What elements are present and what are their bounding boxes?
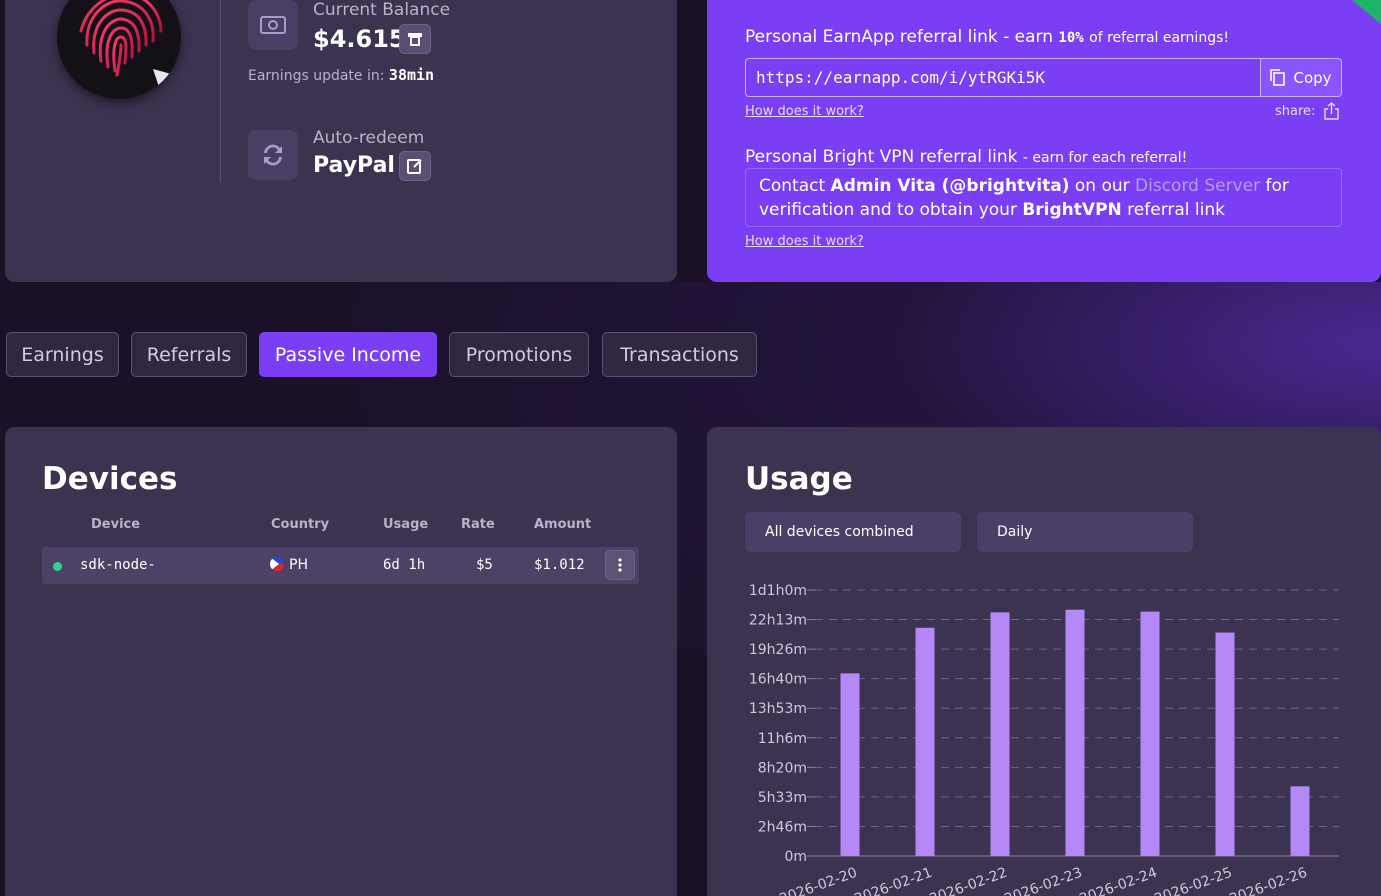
usage-title: Usage: [745, 461, 853, 497]
device-rate: $5: [476, 557, 493, 573]
y-tick-label: 0m: [784, 849, 807, 865]
column-device[interactable]: Device: [91, 517, 140, 532]
column-usage[interactable]: Usage: [383, 517, 428, 532]
x-tick-label: 2026-02-25: [1152, 865, 1234, 896]
y-tick-label: 16h40m: [749, 672, 807, 688]
copy-button[interactable]: Copy: [1260, 58, 1342, 97]
devices-title: Devices: [42, 461, 178, 497]
y-tick-label: 1d1h0m: [749, 583, 807, 599]
cash-icon: [248, 0, 298, 50]
column-country[interactable]: Country: [271, 517, 329, 532]
auto-redeem-method: PayPal: [313, 153, 395, 178]
y-tick-label: 19h26m: [749, 642, 807, 658]
share-label: share:: [1275, 104, 1316, 119]
contact-admin: Admin Vita (@brightvita): [830, 176, 1070, 196]
y-tick-label: 5h33m: [758, 790, 807, 806]
usage-bar-chart: 0m 2h46m 5h33m 8h20m 11h6m 13h53m 16h40m 19h26m…: [749, 583, 1339, 896]
earnings-update-label: Earnings update in:: [248, 68, 385, 84]
vpn-title-text: Personal Bright VPN referral link: [745, 147, 1018, 167]
device-amount: $1.012: [534, 557, 585, 573]
copy-label: Copy: [1293, 68, 1332, 87]
x-tick-label: 2026-02-20: [777, 865, 859, 896]
y-tick-label: 22h13m: [749, 613, 807, 629]
contact-text-4: verification and to obtain your: [759, 200, 1017, 220]
vertical-divider: [220, 0, 221, 182]
referral-card: Personal EarnApp referral link - earn 10…: [707, 0, 1381, 282]
x-tick-label: 2026-02-26: [1227, 865, 1309, 896]
device-usage: 6d 1h: [383, 557, 426, 573]
y-tick-label: 13h53m: [749, 701, 807, 717]
device-country-code: PH: [289, 557, 308, 573]
usage-card: Usage All devices combined Daily 0m 2h46m…: [707, 427, 1381, 896]
atm-icon: [408, 33, 422, 46]
column-amount[interactable]: Amount: [534, 517, 591, 532]
usage-bar[interactable]: [915, 627, 935, 856]
tab-promotions[interactable]: Promotions: [449, 332, 589, 377]
fingerprint-avatar: [57, 0, 181, 99]
earnings-update: Earnings update in: 38min: [248, 66, 434, 84]
edit-redeem-button[interactable]: [399, 151, 431, 181]
copy-icon: [1270, 69, 1286, 86]
y-tick-label: 8h20m: [758, 760, 807, 776]
table-row[interactable]: sdk-node- PH 6d 1h $5 $1.012: [42, 547, 639, 584]
device-filter-select[interactable]: All devices combined: [745, 512, 961, 552]
period-select[interactable]: Daily: [977, 512, 1193, 552]
balance-label: Current Balance: [313, 0, 451, 20]
edit-icon: [407, 159, 422, 174]
usage-bar[interactable]: [840, 673, 860, 856]
device-name: sdk-node-: [80, 557, 156, 573]
column-rate[interactable]: Rate: [461, 517, 495, 532]
usage-bar[interactable]: [1215, 632, 1235, 856]
balance-card: Current Balance $4.615 Earnings update i…: [5, 0, 677, 282]
fingerprint-icon: [79, 0, 175, 93]
y-tick-label: 11h6m: [758, 731, 807, 747]
x-tick-label: 2026-02-23: [1002, 865, 1084, 896]
devices-card: Devices Device Country Usage Rate Amount…: [5, 427, 677, 896]
earnings-update-value: 38min: [388, 66, 435, 84]
device-menu-button[interactable]: [605, 550, 635, 580]
usage-bar[interactable]: [1065, 609, 1085, 856]
device-country: PH: [270, 557, 308, 573]
usage-bar[interactable]: [990, 612, 1010, 856]
usage-bar[interactable]: [1140, 611, 1160, 856]
share-icon[interactable]: [1323, 102, 1340, 124]
referral-link-field[interactable]: https://earnapp.com/i/ytRGKi5K: [745, 58, 1261, 97]
online-status-dot: [53, 562, 62, 571]
ph-flag-icon: [270, 557, 284, 571]
x-tick-label: 2026-02-22: [927, 865, 1009, 896]
redeem-button[interactable]: [399, 24, 431, 54]
vpn-referral-title: Personal Bright VPN referral link - earn…: [745, 147, 1187, 167]
contact-text-2: on our: [1074, 176, 1130, 196]
x-tick-label: 2026-02-24: [1077, 865, 1159, 896]
contact-brand: BrightVPN: [1022, 200, 1122, 220]
earnapp-percent: 10%: [1058, 30, 1084, 46]
corner-ribbon: [1319, 0, 1381, 31]
balance-value: $4.615: [313, 25, 406, 53]
auto-redeem-label: Auto-redeem: [313, 128, 425, 148]
contact-text-1: Contact: [759, 176, 826, 196]
tab-transactions[interactable]: Transactions: [602, 332, 757, 377]
earnapp-referral-title: Personal EarnApp referral link - earn 10…: [745, 27, 1229, 47]
discord-link[interactable]: Discord Server: [1135, 176, 1260, 196]
earnapp-title-text: Personal EarnApp referral link - earn: [745, 27, 1054, 47]
how-it-works-link[interactable]: How does it work?: [745, 104, 864, 119]
tab-passive-income[interactable]: Passive Income: [259, 332, 437, 377]
contact-text-5: referral link: [1127, 200, 1225, 220]
tab-referrals[interactable]: Referrals: [131, 332, 247, 377]
y-tick-label: 2h46m: [758, 819, 807, 835]
kebab-icon: [618, 558, 622, 572]
vpn-suffix: - earn for each referral!: [1022, 150, 1188, 166]
x-tick-label: 2026-02-21: [852, 865, 934, 896]
vpn-contact-box: Contact Admin Vita (@brightvita) on our …: [745, 168, 1342, 227]
tab-earnings[interactable]: Earnings: [6, 332, 119, 377]
refresh-icon: [248, 130, 298, 180]
earnapp-suffix: of referral earnings!: [1089, 30, 1229, 46]
usage-bar[interactable]: [1290, 786, 1310, 856]
how-it-works-link-2[interactable]: How does it work?: [745, 234, 864, 249]
contact-text-3: for: [1265, 176, 1289, 196]
